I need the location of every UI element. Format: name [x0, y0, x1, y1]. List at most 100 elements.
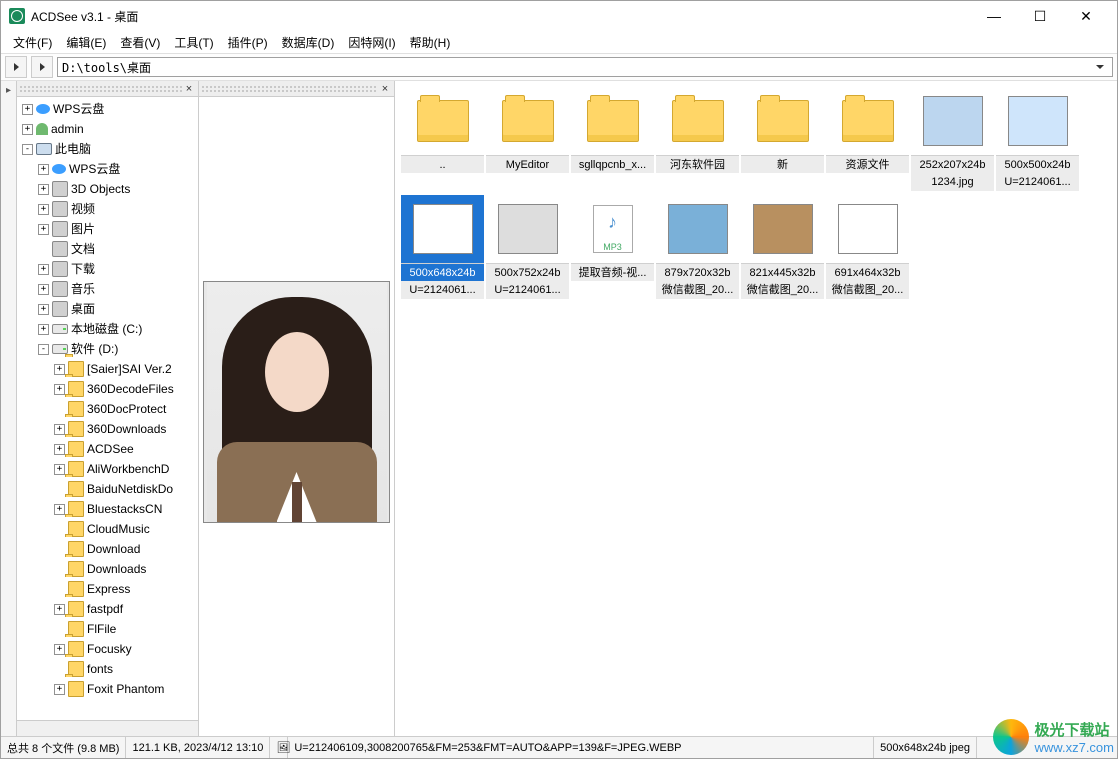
expand-icon[interactable]: +	[54, 384, 65, 395]
tree-item[interactable]: Express	[17, 579, 198, 599]
preview-panel-header[interactable]: ×	[199, 81, 394, 97]
close-button[interactable]: ✕	[1063, 1, 1109, 31]
address-bar[interactable]: D:\tools\桌面	[57, 57, 1113, 77]
title-bar: ACDSee v3.1 - 桌面 — ☐ ✕	[1, 1, 1117, 31]
expand-icon[interactable]: +	[54, 604, 65, 615]
tree-item[interactable]: +fastpdf	[17, 599, 198, 619]
tree-item[interactable]: +本地磁盘 (C:)	[17, 319, 198, 339]
minimize-button[interactable]: —	[971, 1, 1017, 31]
tree-item[interactable]: +AliWorkbenchD	[17, 459, 198, 479]
thumbnail[interactable]: 879x720x32b微信截图_20...	[656, 195, 739, 299]
tree-item[interactable]: +WPS云盘	[17, 159, 198, 179]
tree-item[interactable]: fonts	[17, 659, 198, 679]
tree-item[interactable]: -此电脑	[17, 139, 198, 159]
expand-icon[interactable]: +	[22, 104, 33, 115]
tree-panel-close-icon[interactable]: ×	[182, 82, 196, 96]
expand-icon[interactable]: +	[38, 224, 49, 235]
maximize-button[interactable]: ☐	[1017, 1, 1063, 31]
menu-7[interactable]: 帮助(H)	[404, 32, 457, 53]
expand-icon[interactable]	[54, 484, 65, 495]
expand-icon[interactable]: -	[22, 144, 33, 155]
tree-item[interactable]: +Focusky	[17, 639, 198, 659]
expand-icon[interactable]: +	[54, 644, 65, 655]
thumbnail[interactable]: 821x445x32b微信截图_20...	[741, 195, 824, 299]
expand-icon[interactable]	[54, 624, 65, 635]
tree-item[interactable]: +ACDSee	[17, 439, 198, 459]
preview-panel-close-icon[interactable]: ×	[378, 82, 392, 96]
thumbnail[interactable]: ..	[401, 87, 484, 191]
expand-icon[interactable]	[54, 584, 65, 595]
tree-item[interactable]: +[Saier]SAI Ver.2	[17, 359, 198, 379]
thumbnail[interactable]: 河东软件园	[656, 87, 739, 191]
tree-item[interactable]: +admin	[17, 119, 198, 139]
tree-item[interactable]: +WPS云盘	[17, 99, 198, 119]
tree-scrollbar-h[interactable]	[17, 720, 198, 736]
preview-image[interactable]	[203, 281, 390, 523]
expand-icon[interactable]: +	[22, 124, 33, 135]
tree-item[interactable]: +BluestacksCN	[17, 499, 198, 519]
thumbnail[interactable]: 500x648x24bU=2124061...	[401, 195, 484, 299]
expand-icon[interactable]	[54, 664, 65, 675]
menu-5[interactable]: 数据库(D)	[276, 32, 341, 53]
menu-1[interactable]: 编辑(E)	[60, 32, 112, 53]
tree-item[interactable]: 360DocProtect	[17, 399, 198, 419]
expand-icon[interactable]: +	[54, 424, 65, 435]
expand-icon[interactable]	[54, 564, 65, 575]
tree-item[interactable]: CloudMusic	[17, 519, 198, 539]
expand-icon[interactable]: +	[38, 164, 49, 175]
address-dropdown-icon[interactable]	[1092, 65, 1108, 69]
expand-icon[interactable]: +	[38, 184, 49, 195]
expand-icon[interactable]: +	[54, 364, 65, 375]
expand-icon[interactable]: +	[38, 304, 49, 315]
thumbnail[interactable]: 资源文件	[826, 87, 909, 191]
toolbar-toggle-1[interactable]	[5, 56, 27, 78]
expand-icon[interactable]: -	[38, 344, 49, 355]
tree-item[interactable]: +3D Objects	[17, 179, 198, 199]
tree-item[interactable]: BaiduNetdiskDo	[17, 479, 198, 499]
expand-icon[interactable]: +	[54, 464, 65, 475]
menu-3[interactable]: 工具(T)	[168, 32, 219, 53]
expand-icon[interactable]	[38, 244, 49, 255]
expand-icon[interactable]	[54, 404, 65, 415]
tree-item[interactable]: +视频	[17, 199, 198, 219]
thumbnail[interactable]: 500x500x24bU=2124061...	[996, 87, 1079, 191]
thumbnail[interactable]: 252x207x24b1234.jpg	[911, 87, 994, 191]
menu-0[interactable]: 文件(F)	[7, 32, 58, 53]
expand-icon[interactable]: +	[38, 264, 49, 275]
tree-item[interactable]: Download	[17, 539, 198, 559]
expand-icon[interactable]	[54, 524, 65, 535]
menu-2[interactable]: 查看(V)	[114, 32, 166, 53]
tree-item[interactable]: +下载	[17, 259, 198, 279]
thumbnail[interactable]: 691x464x32b微信截图_20...	[826, 195, 909, 299]
tree-item[interactable]: +音乐	[17, 279, 198, 299]
expand-icon[interactable]: +	[38, 204, 49, 215]
thumbnail-view[interactable]: ..MyEditorsgllqpcnb_x...河东软件园新资源文件252x20…	[395, 81, 1117, 736]
expand-icon[interactable]: +	[54, 684, 65, 695]
expand-icon[interactable]: +	[38, 324, 49, 335]
expand-icon[interactable]: +	[54, 444, 65, 455]
tree-item[interactable]: +360Downloads	[17, 419, 198, 439]
thumbnail[interactable]: MyEditor	[486, 87, 569, 191]
thumbnail[interactable]: 500x752x24bU=2124061...	[486, 195, 569, 299]
folder-tree[interactable]: +WPS云盘+admin-此电脑+WPS云盘+3D Objects+视频+图片文…	[17, 97, 198, 720]
expand-icon[interactable]: +	[54, 504, 65, 515]
tree-panel-header[interactable]: ×	[17, 81, 198, 97]
tree-item[interactable]: +图片	[17, 219, 198, 239]
tree-item[interactable]: Downloads	[17, 559, 198, 579]
expand-icon[interactable]: +	[38, 284, 49, 295]
toolbar-toggle-2[interactable]	[31, 56, 53, 78]
tree-item[interactable]: -软件 (D:)	[17, 339, 198, 359]
thumbnail[interactable]: MP3提取音频-视...	[571, 195, 654, 299]
thumbnail[interactable]: 新	[741, 87, 824, 191]
expand-icon[interactable]	[54, 544, 65, 555]
menu-6[interactable]: 因特网(I)	[342, 32, 401, 53]
tree-item[interactable]: FlFile	[17, 619, 198, 639]
menu-4[interactable]: 插件(P)	[222, 32, 274, 53]
tree-item[interactable]: 文档	[17, 239, 198, 259]
rail-nav-label[interactable]: ▸	[3, 85, 14, 96]
thumbnail[interactable]: sgllqpcnb_x...	[571, 87, 654, 191]
tree-item[interactable]: +360DecodeFiles	[17, 379, 198, 399]
tree-item[interactable]: +Foxit Phantom	[17, 679, 198, 699]
thumb-label: 微信截图_20...	[826, 281, 909, 299]
tree-item[interactable]: +桌面	[17, 299, 198, 319]
